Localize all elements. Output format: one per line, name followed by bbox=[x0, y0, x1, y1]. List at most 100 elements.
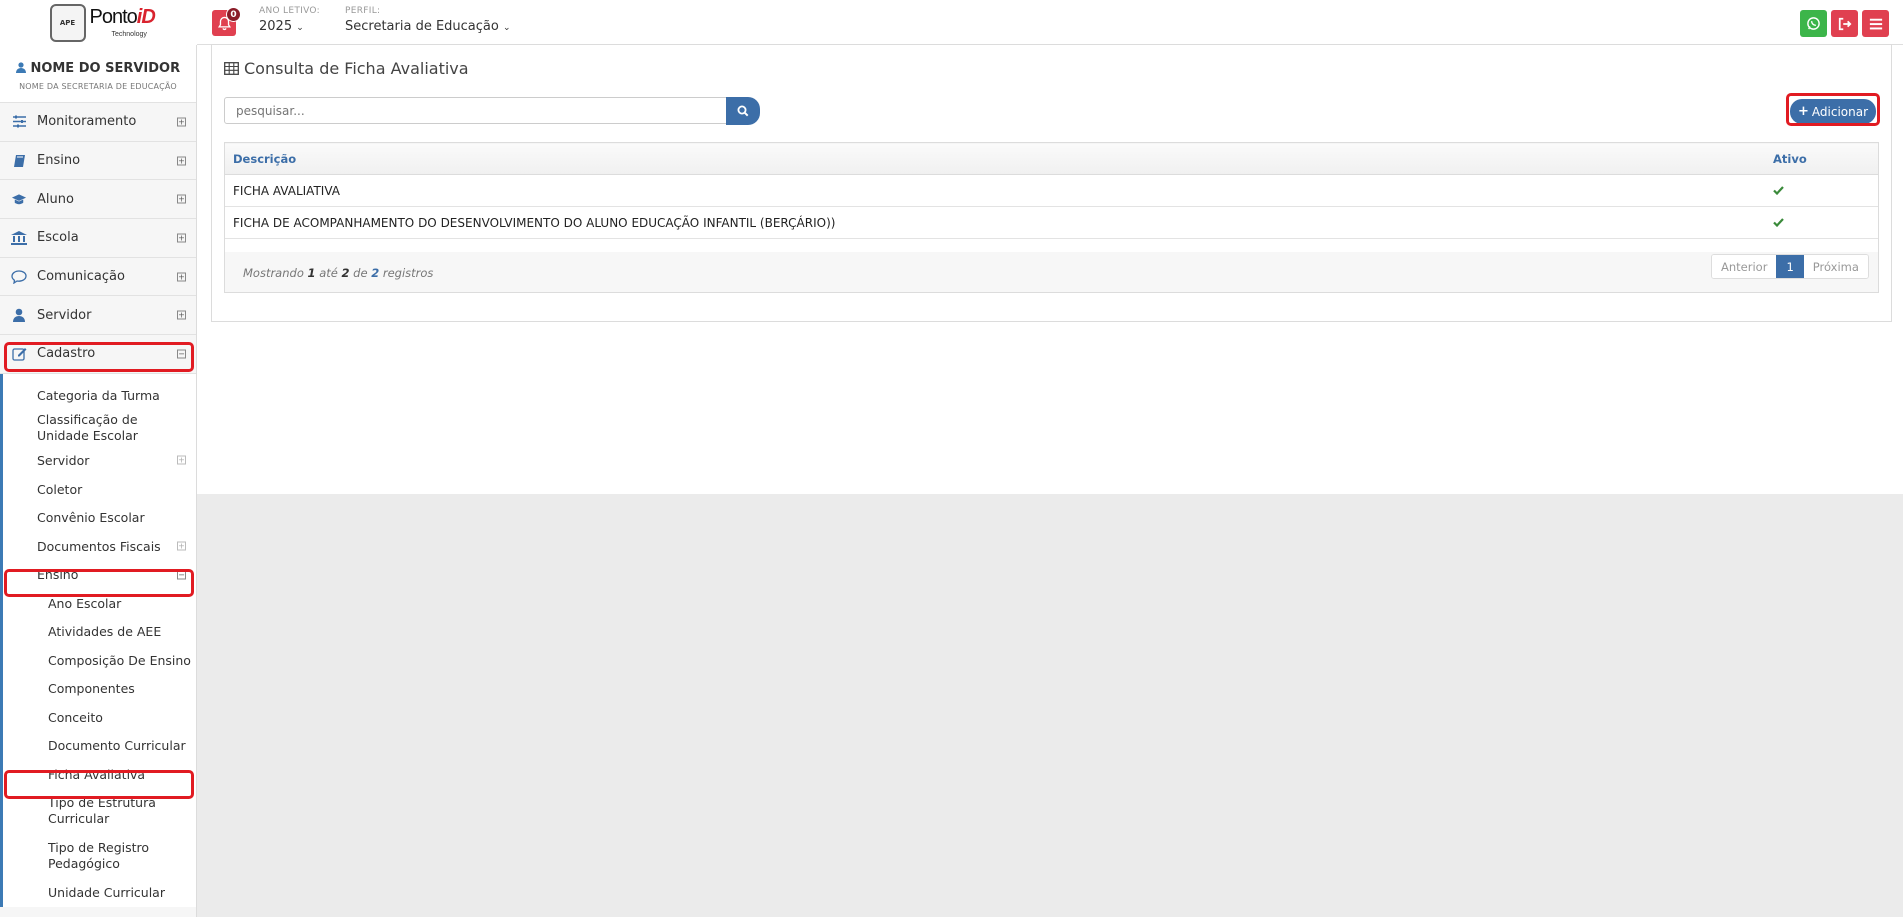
perfil-value[interactable]: Secretaria de Educação ⌄ bbox=[345, 19, 511, 34]
bank-icon bbox=[11, 230, 27, 246]
submenu-item-convenio-escolar[interactable]: Convênio Escolar bbox=[3, 504, 196, 532]
expand-icon: + bbox=[177, 455, 186, 465]
collapse-icon: − bbox=[177, 570, 186, 580]
ano-letivo-value[interactable]: 2025 ⌄ bbox=[259, 19, 320, 34]
logo-subtitle: Technology bbox=[111, 30, 147, 38]
pagination-page-1[interactable]: 1 bbox=[1776, 255, 1804, 278]
sidebar-item-label: Escola bbox=[37, 230, 79, 246]
logo[interactable]: APE PontoiD Technology bbox=[0, 0, 197, 45]
collapse-icon: − bbox=[177, 349, 186, 359]
table-row[interactable]: FICHA AVALIATIVA bbox=[224, 174, 1879, 207]
perfil-selector[interactable]: PERFIL: Secretaria de Educação ⌄ bbox=[345, 6, 511, 34]
book-icon bbox=[11, 153, 27, 169]
search-button[interactable] bbox=[726, 97, 760, 125]
submenu-item-categoria-da-turma[interactable]: Categoria da Turma bbox=[3, 382, 196, 410]
pagination: Anterior 1 Próxima bbox=[1711, 254, 1869, 279]
ficha-avaliativa-panel: Consulta de Ficha Avaliativa + Adicionar… bbox=[211, 44, 1892, 322]
sidebar-item-label: Servidor bbox=[37, 307, 92, 323]
column-header-ativo[interactable]: Ativo bbox=[1764, 142, 1879, 175]
user-icon bbox=[15, 62, 26, 73]
submenu-item-classificacao-unidade-escolar[interactable]: Classificação de Unidade Escolar bbox=[3, 410, 196, 446]
sidebar-item-cadastro[interactable]: Cadastro − bbox=[0, 335, 196, 374]
page-title: Consulta de Ficha Avaliativa bbox=[224, 59, 469, 78]
logo-text: PontoiD bbox=[89, 5, 156, 28]
cell-ativo bbox=[1764, 206, 1879, 239]
user-name: NOME DO SERVIDOR bbox=[0, 61, 196, 76]
cell-descricao: FICHA DE ACOMPANHAMENTO DO DESENVOLVIMEN… bbox=[224, 206, 1764, 239]
pagination-previous[interactable]: Anterior bbox=[1712, 255, 1777, 278]
cell-ativo bbox=[1764, 174, 1879, 207]
chevron-down-icon: ⌄ bbox=[296, 23, 304, 33]
submenu-item-servidor[interactable]: Servidor + bbox=[3, 446, 196, 475]
column-header-descricao[interactable]: Descrição bbox=[224, 142, 1764, 175]
table-footer bbox=[225, 252, 1878, 292]
submenu-item-conceito[interactable]: Conceito bbox=[3, 703, 196, 732]
ficha-table: Descrição Ativo FICHA AVALIATIVA FICHA D… bbox=[224, 142, 1879, 239]
perfil-label: PERFIL: bbox=[345, 6, 381, 16]
expand-icon: + bbox=[177, 194, 186, 204]
expand-icon: + bbox=[177, 272, 186, 282]
search-input[interactable] bbox=[224, 97, 728, 124]
table-icon bbox=[224, 62, 239, 75]
top-bar: APE PontoiD Technology 0 ANO LETIVO: 202… bbox=[0, 0, 1903, 45]
sign-out-icon bbox=[1838, 17, 1851, 30]
submenu-item-coletor[interactable]: Coletor bbox=[3, 475, 196, 504]
submenu-item-composicao-de-ensino[interactable]: Composição De Ensino bbox=[3, 646, 196, 675]
edit-icon bbox=[11, 346, 27, 362]
sidebar-item-servidor[interactable]: Servidor + bbox=[0, 296, 196, 336]
sidebar-item-ensino[interactable]: Ensino + bbox=[0, 141, 196, 181]
comment-icon bbox=[11, 269, 27, 285]
user-icon bbox=[11, 307, 27, 323]
sidebar-item-label: Aluno bbox=[37, 191, 74, 207]
sidebar-item-label: Ensino bbox=[37, 153, 81, 169]
notification-badge: 0 bbox=[226, 7, 241, 22]
submenu-item-documentos-fiscais[interactable]: Documentos Fiscais + bbox=[3, 532, 196, 561]
logout-button[interactable] bbox=[1831, 10, 1858, 37]
sidebar-item-label: Cadastro bbox=[37, 346, 96, 362]
search-icon bbox=[737, 105, 749, 117]
sidebar-item-escola[interactable]: Escola + bbox=[0, 219, 196, 258]
expand-icon: + bbox=[177, 310, 186, 320]
cadastro-submenu: Categoria da Turma Classificação de Unid… bbox=[0, 373, 196, 907]
ano-letivo-selector[interactable]: ANO LETIVO: 2025 ⌄ bbox=[259, 6, 320, 34]
sidebar-item-label: Monitoramento bbox=[37, 114, 137, 130]
records-summary: Mostrando 1 até 2 de 2 registros bbox=[243, 266, 434, 280]
pagination-next[interactable]: Próxima bbox=[1803, 255, 1868, 278]
submenu-item-ano-escolar[interactable]: Ano Escolar bbox=[3, 589, 196, 618]
whatsapp-button[interactable] bbox=[1800, 10, 1827, 37]
submenu-item-tipo-estrutura-curricular[interactable]: Tipo de Estrutura Curricular bbox=[3, 789, 196, 834]
add-button[interactable]: + Adicionar bbox=[1790, 99, 1876, 124]
menu-button[interactable] bbox=[1862, 10, 1889, 37]
expand-icon: + bbox=[177, 117, 186, 127]
check-icon bbox=[1773, 185, 1784, 195]
check-icon bbox=[1773, 217, 1784, 227]
add-button-label: Adicionar bbox=[1811, 104, 1869, 119]
sidebar-item-aluno[interactable]: Aluno + bbox=[0, 180, 196, 220]
whatsapp-icon bbox=[1807, 17, 1820, 30]
user-secretaria: NOME DA SECRETARIA DE EDUCAÇÃO bbox=[19, 82, 177, 91]
table-header-row: Descrição Ativo bbox=[224, 142, 1879, 175]
sidebar-item-comunicacao[interactable]: Comunicação + bbox=[0, 257, 196, 297]
cell-descricao: FICHA AVALIATIVA bbox=[224, 174, 1764, 207]
table-row[interactable]: FICHA DE ACOMPANHAMENTO DO DESENVOLVIMEN… bbox=[224, 206, 1879, 239]
submenu-item-unidade-curricular[interactable]: Unidade Curricular bbox=[3, 879, 196, 907]
submenu-item-ficha-avaliativa[interactable]: Ficha Avaliativa bbox=[3, 760, 196, 789]
expand-icon: + bbox=[177, 541, 186, 551]
graduation-cap-icon bbox=[11, 191, 27, 207]
expand-icon: + bbox=[177, 233, 186, 243]
submenu-item-documento-curricular[interactable]: Documento Curricular bbox=[3, 732, 196, 760]
hamburger-icon bbox=[1869, 18, 1882, 29]
submenu-item-ensino[interactable]: Ensino − bbox=[3, 561, 196, 589]
submenu-item-tipo-registro-pedagogico[interactable]: Tipo de Registro Pedagógico bbox=[3, 834, 196, 879]
expand-icon: + bbox=[177, 156, 186, 166]
submenu-item-componentes[interactable]: Componentes bbox=[3, 675, 196, 703]
submenu-item-atividades-aee[interactable]: Atividades de AEE bbox=[3, 618, 196, 646]
user-box: NOME DO SERVIDOR NOME DA SECRETARIA DE E… bbox=[0, 45, 196, 103]
sidebar-item-monitoramento[interactable]: Monitoramento + bbox=[0, 103, 196, 142]
sidebar: NOME DO SERVIDOR NOME DA SECRETARIA DE E… bbox=[0, 45, 197, 917]
sliders-icon bbox=[11, 114, 27, 130]
logo-badge: APE bbox=[49, 3, 86, 42]
ano-letivo-label: ANO LETIVO: bbox=[259, 6, 320, 16]
sidebar-item-label: Comunicação bbox=[37, 269, 125, 285]
chevron-down-icon: ⌄ bbox=[502, 23, 511, 33]
